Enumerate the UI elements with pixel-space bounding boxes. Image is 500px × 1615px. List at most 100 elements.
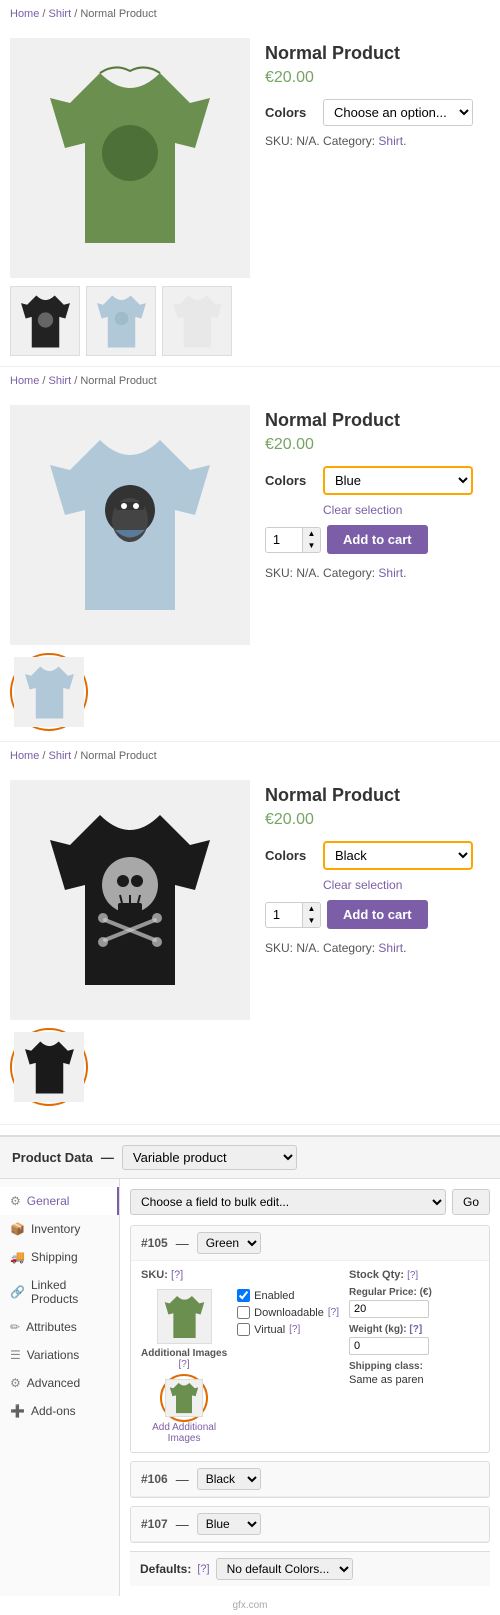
product-title-3: Normal Product [265,785,490,806]
category-link-3[interactable]: Shirt [378,941,403,955]
virtual-checkbox-row-105: Virtual [?] [237,1323,339,1336]
qty-down-2[interactable]: ▼ [302,540,320,552]
variation-checkboxes-105: Enabled Downloadable [?] Virtual [237,1289,339,1444]
product-section-2: Normal Product €20.00 Colors Choose an o… [0,395,500,741]
sidebar-label-shipping: Shipping [31,1250,78,1264]
variation-dash-106: — [176,1472,189,1487]
variation-thumb-105[interactable] [157,1289,212,1344]
inventory-icon: 📦 [10,1222,25,1236]
thumbnail-blue-1[interactable] [86,286,156,356]
virtual-checkbox-105[interactable] [237,1323,250,1336]
sidebar-label-variations: Variations [27,1348,79,1362]
variation-body-105: SKU: [?] [131,1261,489,1452]
thumbnail-row-2 [10,653,250,731]
colors-select-2[interactable]: Choose an option... Green Blue Black [323,466,473,495]
home-link-1[interactable]: Home [10,8,39,20]
thumbnail-black-3-circle[interactable] [10,1028,88,1106]
qty-cart-row-2: ▲ ▼ Add to cart [265,525,490,554]
clear-selection-2[interactable]: Clear selection [323,503,490,517]
price-input-105[interactable] [349,1300,429,1318]
sidebar-label-inventory: Inventory [31,1222,80,1236]
defaults-row: Defaults: [?] No default Colors... [130,1551,490,1586]
shipping-icon: 🚚 [10,1250,25,1264]
product-data-panel: Product Data — Variable product Simple p… [0,1135,500,1596]
variation-dash-105: — [176,1236,189,1251]
main-product-image-1 [10,38,250,278]
sidebar-item-inventory[interactable]: 📦 Inventory [0,1215,119,1243]
colors-select-3[interactable]: Choose an option... Green Blue Black [323,841,473,870]
product-section-1: Normal Product €20.00 Colors Choose an o… [0,28,500,366]
thumbnail-blue-2[interactable] [14,657,84,727]
shipping-row-105: Shipping class: Same as paren [349,1361,479,1386]
panel-body: ⚙ General 📦 Inventory 🚚 Shipping 🔗 Linke… [0,1179,500,1596]
bulk-edit-select[interactable]: Choose a field to bulk edit... [130,1189,446,1215]
shirt-link-1[interactable]: Shirt [49,8,72,20]
breadcrumb-1: Home / Shirt / Normal Product [0,0,500,28]
add-to-cart-btn-2[interactable]: Add to cart [327,525,428,554]
variation-color-select-105[interactable]: Green Blue Black [197,1232,261,1254]
downloadable-checkbox-105[interactable] [237,1306,250,1319]
add-additional-images-link-105[interactable]: Add Additional Images [141,1422,227,1444]
thumbnail-blue-2-circle[interactable] [10,653,88,731]
qty-input-3[interactable] [266,903,302,926]
qty-up-2[interactable]: ▲ [302,528,320,540]
product-image-area-3 [10,780,250,1106]
sidebar-item-variations[interactable]: ☰ Variations [0,1341,119,1369]
variations-icon: ☰ [10,1348,21,1362]
thumbnail-white-1[interactable] [162,286,232,356]
sidebar-item-advanced[interactable]: ⚙ Advanced [0,1369,119,1397]
clear-selection-3[interactable]: Clear selection [323,878,490,892]
sku-category-1: SKU: N/A. Category: Shirt. [265,134,490,148]
panel-main: Choose a field to bulk edit... Go #105 —… [120,1179,500,1596]
variation-header-107: #107 — Green Blue Black [131,1507,489,1542]
additional-image-thumb-105[interactable] [165,1379,203,1417]
category-link-2[interactable]: Shirt [378,566,403,580]
sidebar-label-addons: Add-ons [31,1404,76,1418]
qty-down-3[interactable]: ▼ [302,915,320,927]
defaults-select[interactable]: No default Colors... [216,1558,353,1580]
variation-image-area-105: Additional Images [?] [141,1289,227,1444]
shirt-link-2[interactable]: Shirt [49,375,72,387]
variation-header-106: #106 — Green Blue Black [131,1462,489,1497]
sidebar-item-general[interactable]: ⚙ General [0,1187,119,1215]
go-button[interactable]: Go [452,1189,490,1215]
product-image-area-1 [10,38,250,356]
qty-box-2: ▲ ▼ [265,527,321,553]
general-icon: ⚙ [10,1194,21,1208]
add-image-circle-105[interactable] [160,1374,208,1422]
main-product-image-2 [10,405,250,645]
product-image-area-2 [10,405,250,731]
variation-color-select-106[interactable]: Green Blue Black [197,1468,261,1490]
add-to-cart-btn-3[interactable]: Add to cart [327,900,428,929]
product-info-2: Normal Product €20.00 Colors Choose an o… [265,405,490,731]
sidebar-item-attributes[interactable]: ✏ Attributes [0,1313,119,1341]
colors-field-row-1: Colors Choose an option... Green Blue Bl… [265,99,490,126]
product-section-3: Normal Product €20.00 Colors Choose an o… [0,770,500,1116]
main-product-image-3 [10,780,250,1020]
enabled-checkbox-row-105: Enabled [237,1289,339,1302]
weight-row-105: Weight (kg): [?] [349,1324,479,1355]
sidebar-item-shipping[interactable]: 🚚 Shipping [0,1243,119,1271]
home-link-2[interactable]: Home [10,375,39,387]
product-info-3: Normal Product €20.00 Colors Choose an o… [265,780,490,1106]
sidebar-item-addons[interactable]: ➕ Add-ons [0,1397,119,1425]
shirt-link-3[interactable]: Shirt [49,750,72,762]
variation-color-select-107[interactable]: Green Blue Black [197,1513,261,1535]
thumbnail-black-1[interactable] [10,286,80,356]
product-type-select[interactable]: Variable product Simple product Grouped … [122,1145,297,1170]
qty-input-2[interactable] [266,528,302,551]
bulk-edit-row: Choose a field to bulk edit... Go [130,1189,490,1215]
colors-field-row-3: Colors Choose an option... Green Blue Bl… [265,841,490,870]
colors-label-2: Colors [265,473,315,488]
variation-dash-107: — [176,1517,189,1532]
weight-input-105[interactable] [349,1337,429,1355]
sidebar-item-linked[interactable]: 🔗 Linked Products [0,1271,119,1313]
colors-select-1[interactable]: Choose an option... Green Blue Black [323,99,473,126]
add-images-container-105: Additional Images [?] [141,1348,227,1444]
watermark: gfx.com [0,1596,500,1615]
enabled-checkbox-105[interactable] [237,1289,250,1302]
qty-up-3[interactable]: ▲ [302,903,320,915]
home-link-3[interactable]: Home [10,750,39,762]
category-link-1[interactable]: Shirt [378,134,403,148]
thumbnail-black-3[interactable] [14,1032,84,1102]
